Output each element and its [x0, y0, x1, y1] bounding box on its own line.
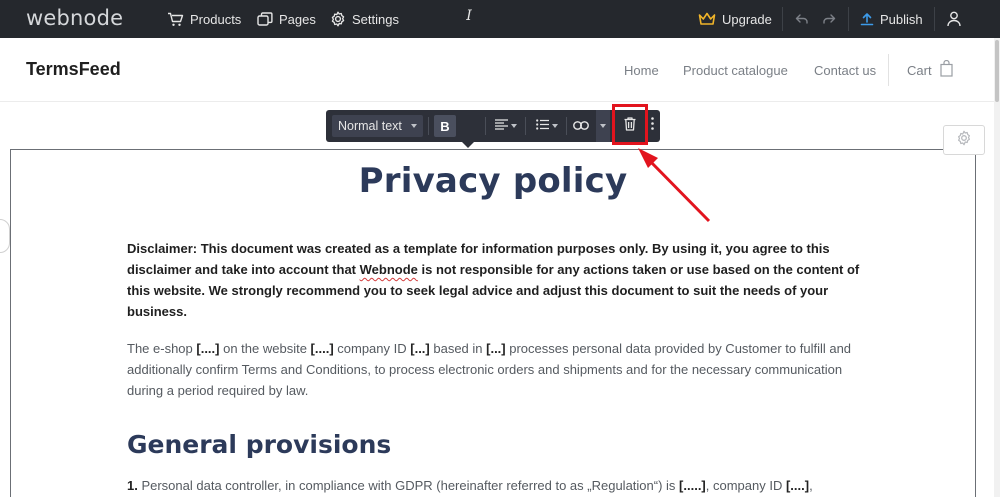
- highlight-box: [612, 104, 648, 145]
- cart-label: Cart: [907, 63, 932, 78]
- toolbar-pointer: [461, 141, 475, 148]
- upload-icon: [860, 12, 874, 26]
- list-icon: [536, 117, 549, 135]
- settings-label: Settings: [352, 11, 399, 27]
- page-scrollbar[interactable]: [994, 38, 1000, 497]
- placeholder: [...]: [486, 341, 506, 356]
- upgrade-label: Upgrade: [722, 11, 772, 27]
- settings-button[interactable]: Settings: [330, 0, 399, 38]
- gear-icon: [330, 11, 346, 27]
- editor-topbar: webnode Products Pages Settings Upgrade: [0, 0, 1000, 38]
- undo-icon: [795, 13, 809, 25]
- disclaimer-paragraph[interactable]: Disclaimer: This document was created as…: [127, 238, 867, 322]
- align-left-icon: [495, 117, 508, 135]
- redo-button[interactable]: [822, 0, 836, 38]
- text: , company ID: [705, 478, 786, 493]
- nav-divider: [888, 54, 889, 86]
- page-title[interactable]: Privacy policy: [0, 161, 986, 201]
- text-style-dropdown[interactable]: Normal text: [332, 115, 423, 137]
- toolbar-divider: [525, 117, 526, 135]
- nav-cart[interactable]: Cart: [907, 63, 932, 78]
- section-heading[interactable]: General provisions: [127, 430, 391, 459]
- chevron-down-icon: [511, 124, 517, 128]
- text: company ID: [333, 341, 411, 356]
- divider: [848, 7, 849, 31]
- list-dropdown[interactable]: [534, 110, 560, 142]
- intro-paragraph[interactable]: The e-shop [....] on the website [....] …: [127, 338, 867, 401]
- redo-icon: [822, 13, 836, 25]
- undo-button[interactable]: [795, 0, 809, 38]
- link-options-dropdown[interactable]: [596, 110, 610, 142]
- toolbar-divider: [566, 117, 567, 135]
- misspelled-word: Webnode: [359, 262, 418, 277]
- divider: [782, 7, 783, 31]
- placeholder: [....]: [310, 341, 334, 356]
- more-icon: [650, 117, 654, 135]
- pages-label: Pages: [279, 11, 316, 27]
- scrollbar-thumb[interactable]: [995, 40, 999, 102]
- account-button[interactable]: [947, 0, 961, 38]
- divider: [934, 7, 935, 31]
- placeholder: [...]: [410, 341, 430, 356]
- nav-home[interactable]: Home: [624, 63, 659, 78]
- align-dropdown[interactable]: [493, 110, 519, 142]
- link-button[interactable]: [572, 110, 590, 142]
- bold-icon: B: [440, 118, 450, 134]
- italic-icon: I: [466, 8, 472, 24]
- text: on the website: [219, 341, 311, 356]
- text: Personal data controller, in compliance …: [137, 478, 680, 493]
- crown-icon: [698, 12, 716, 26]
- gear-icon: [956, 130, 972, 151]
- toolbar-divider: [428, 117, 429, 135]
- toolbar-divider: [485, 117, 486, 135]
- shopping-bag-icon: [940, 59, 953, 82]
- link-icon: [573, 117, 589, 135]
- placeholder: [....]: [785, 478, 810, 493]
- block-settings-button[interactable]: [943, 125, 985, 155]
- products-label: Products: [190, 11, 242, 27]
- pages-icon: [257, 12, 273, 26]
- bold-button[interactable]: B: [434, 115, 456, 137]
- publish-label: Publish: [880, 11, 923, 27]
- site-brand[interactable]: TermsFeed: [26, 59, 121, 80]
- cart-icon: [167, 12, 184, 27]
- chevron-down-icon: [600, 124, 606, 128]
- text: The e-shop: [127, 341, 197, 356]
- italic-button[interactable]: I: [460, 0, 478, 32]
- provision-paragraph[interactable]: 1. Personal data controller, in complian…: [127, 475, 867, 496]
- text-style-value: Normal text: [338, 119, 402, 133]
- chevron-down-icon: [411, 124, 417, 128]
- products-button[interactable]: Products: [167, 0, 241, 38]
- placeholder: [....]: [196, 341, 220, 356]
- site-header: TermsFeed Home Product catalogue Contact…: [0, 38, 994, 102]
- user-icon: [947, 11, 961, 27]
- pages-button[interactable]: Pages: [257, 0, 316, 38]
- nav-contact-us[interactable]: Contact us: [814, 63, 876, 78]
- placeholder: [.....]: [679, 478, 706, 493]
- webnode-logo[interactable]: webnode: [26, 6, 123, 30]
- list-number: 1.: [127, 478, 138, 493]
- block-handle[interactable]: [0, 219, 10, 253]
- more-options-button[interactable]: [647, 110, 657, 142]
- text: based in: [429, 341, 487, 356]
- text: ,: [809, 478, 813, 493]
- chevron-down-icon: [552, 124, 558, 128]
- nav-product-catalogue[interactable]: Product catalogue: [683, 63, 788, 78]
- upgrade-button[interactable]: Upgrade: [698, 0, 772, 38]
- publish-button[interactable]: Publish: [860, 0, 923, 38]
